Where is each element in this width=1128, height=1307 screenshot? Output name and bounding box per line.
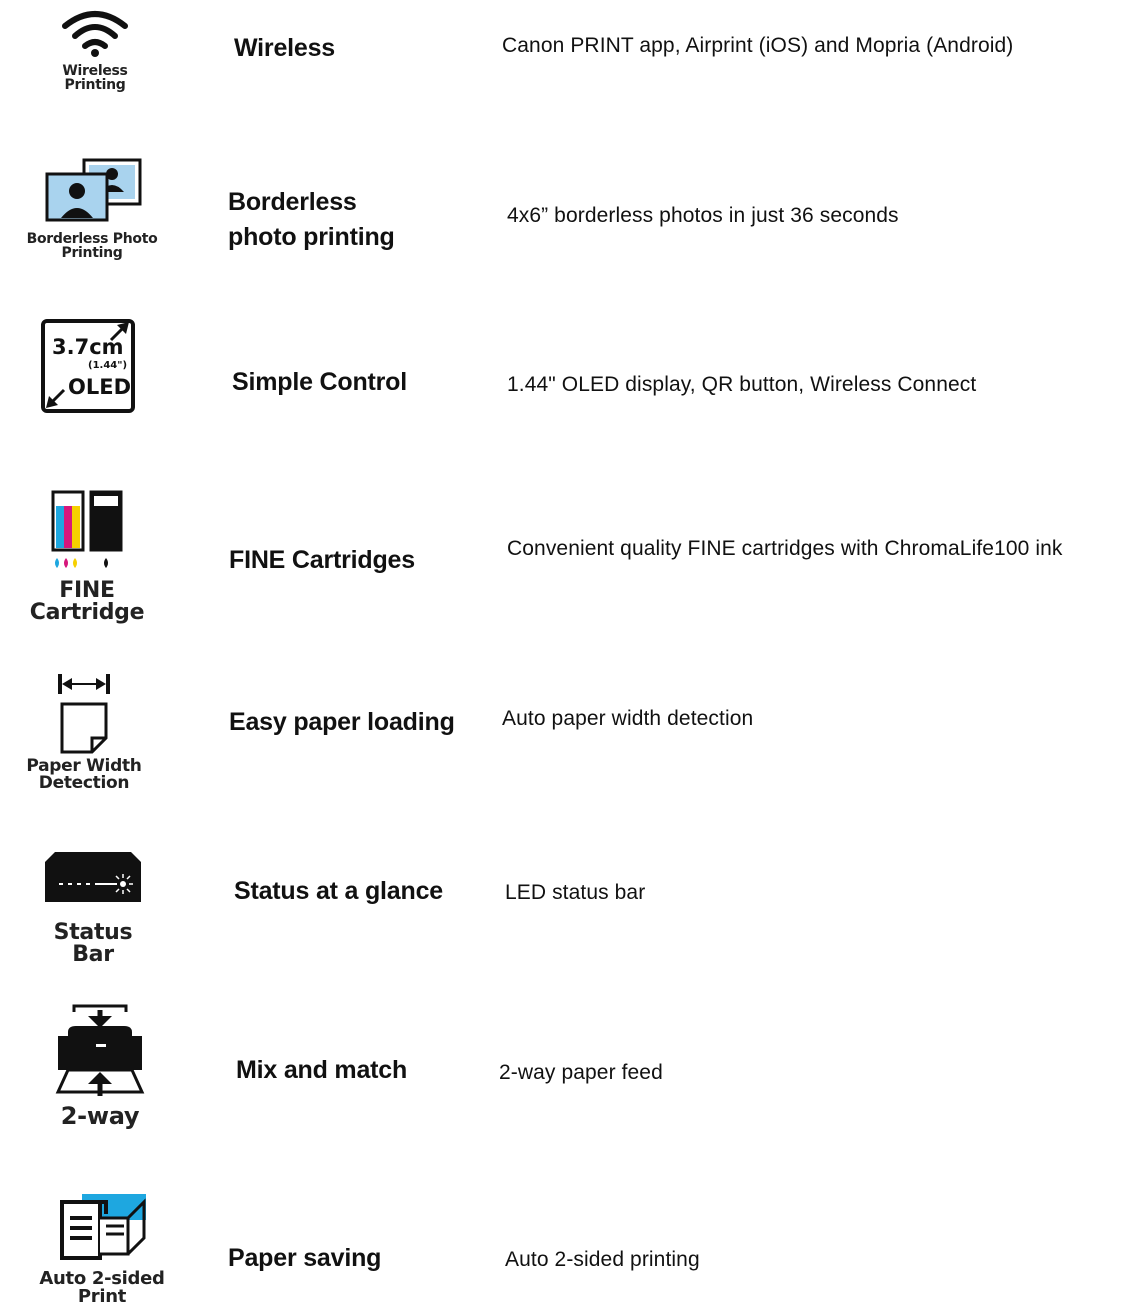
- icon-caption: 2-way: [60, 1102, 140, 1130]
- wireless-printing-badge: Wireless Printing: [30, 8, 160, 92]
- feature-description: Convenient quality FINE cartridges with …: [507, 537, 1063, 560]
- feature-title: Wireless: [234, 34, 336, 62]
- icon-caption: Paper Width Detection: [26, 756, 142, 793]
- icon-caption: Status Bar: [53, 920, 133, 967]
- feature-title: Mix and match: [236, 1056, 408, 1084]
- feature-description: Auto 2-sided printing: [505, 1248, 700, 1271]
- paper-width-icon: [58, 674, 110, 754]
- wireless-icon: [62, 11, 128, 57]
- status-bar-icon: [45, 852, 141, 902]
- feature-description: 4x6” borderless photos in just 36 second…: [507, 204, 899, 227]
- feature-description: 2-way paper feed: [499, 1061, 663, 1084]
- paper-width-badge: Paper Width Detection: [20, 670, 148, 792]
- auto-duplex-badge: Auto 2-sided Print: [14, 1192, 190, 1306]
- feature-title: Paper saving: [228, 1244, 382, 1272]
- feature-description: LED status bar: [505, 881, 646, 904]
- borderless-photo-icon: [45, 158, 142, 222]
- fine-cartridge-icon: [51, 490, 123, 568]
- icon-caption: Auto 2-sided Print: [39, 1268, 165, 1307]
- two-way-feed-icon: [55, 1004, 145, 1096]
- auto-duplex-icon: [60, 1194, 146, 1260]
- oled-display-icon: 3.7cm (1.44") OLED: [41, 319, 135, 413]
- feature-description: 1.44" OLED display, QR button, Wireless …: [507, 373, 977, 396]
- feature-description: Auto paper width detection: [502, 707, 754, 730]
- oled-display-badge: 3.7cm (1.44") OLED: [40, 318, 136, 414]
- borderless-photo-badge: Borderless Photo Printing: [26, 158, 158, 260]
- icon-caption: Borderless Photo Printing: [26, 231, 158, 261]
- icon-text-sub: (1.44"): [88, 360, 127, 371]
- feature-title: Status at a glance: [234, 877, 443, 905]
- icon-caption: Wireless Printing: [62, 63, 128, 93]
- two-way-feed-badge: 2-way: [40, 1002, 160, 1128]
- feature-title: Easy paper loading: [229, 708, 455, 736]
- icon-text-oled: OLED: [68, 375, 131, 399]
- feature-title: Simple Control: [232, 368, 407, 396]
- fine-cartridge-badge: FINE Cartridge: [6, 488, 168, 624]
- status-bar-badge: Status Bar: [30, 850, 156, 966]
- feature-description: Canon PRINT app, Airprint (iOS) and Mopr…: [502, 34, 1014, 57]
- feature-title: Borderless photo printing: [228, 188, 395, 251]
- icon-caption: FINE Cartridge: [29, 578, 145, 625]
- feature-title: FINE Cartridges: [229, 546, 415, 574]
